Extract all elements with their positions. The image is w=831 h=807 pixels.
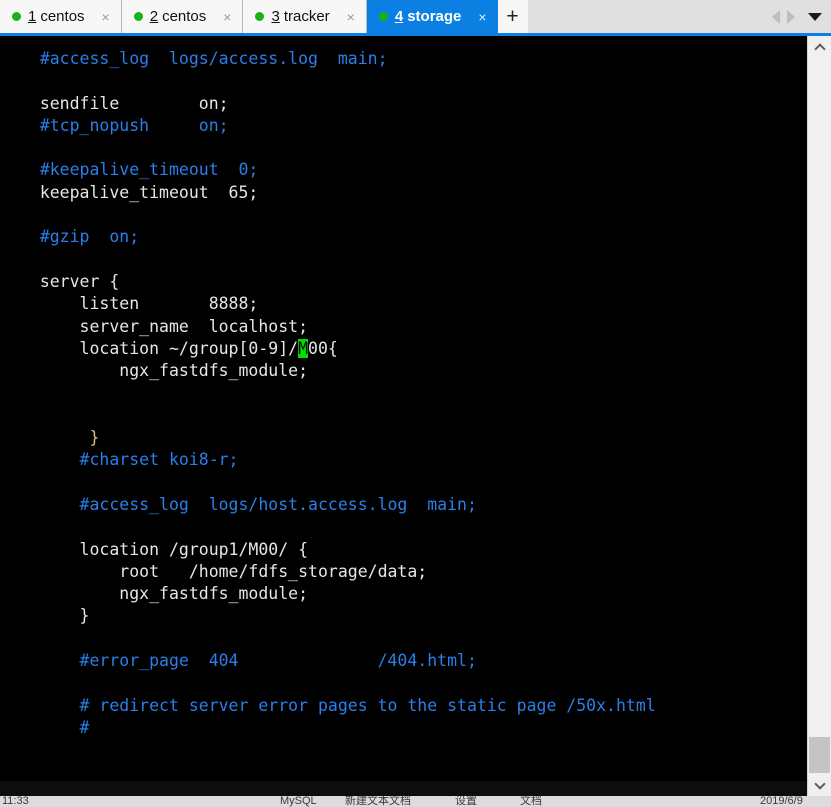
code-line: #tcp_nopush on;: [0, 115, 656, 137]
scroll-down-button[interactable]: [808, 774, 831, 796]
code-line: #access_log logs/access.log main;: [0, 48, 656, 70]
code-span: #access_log logs/host.access.log main;: [39, 494, 477, 514]
code-line: server {: [0, 271, 656, 293]
code-span: 00{: [308, 338, 338, 358]
tab-label: tracker: [283, 8, 330, 25]
code-span: sendfile on;: [39, 93, 229, 113]
status-dot-icon: [133, 12, 143, 21]
code-line: #error_page 404 /404.html;: [0, 650, 656, 672]
terminal-body[interactable]: #access_log logs/access.log main; sendfi…: [0, 36, 807, 781]
close-icon[interactable]: ×: [220, 10, 234, 24]
taskbar-item[interactable]: 设置: [455, 796, 477, 807]
close-icon[interactable]: ×: [475, 10, 489, 24]
code-span: #access_log logs/access.log main;: [39, 49, 388, 68]
code-span: #error_page 404 /404.html;: [39, 651, 477, 671]
os-taskbar: 11:33 MySQL 新建文本文档 设置 文档 2019/6/9: [0, 796, 831, 807]
tab-bar: 1 centos × 2 centos × 3 tracker × 4 storage × +: [0, 0, 831, 36]
close-icon[interactable]: ×: [99, 10, 113, 24]
tab-bar-spacer: [527, 0, 772, 33]
scroll-up-button[interactable]: [808, 36, 831, 58]
code-span: location ~/group[0-9]/: [39, 338, 299, 358]
tab-3-tracker[interactable]: 3 tracker ×: [243, 0, 367, 33]
chevron-up-icon: [813, 42, 826, 55]
tab-index: 4: [394, 8, 404, 25]
chevron-down-icon[interactable]: [808, 12, 822, 21]
triangle-left-icon[interactable]: [772, 9, 780, 24]
code-span: server_name localhost;: [39, 316, 309, 336]
code-span: location /group1/M00/ {: [39, 539, 309, 559]
code-span: #: [39, 717, 90, 737]
close-icon[interactable]: ×: [344, 10, 358, 24]
code-line: ngx_fastdfs_module;: [0, 360, 656, 382]
code-line: #charset koi8-r;: [0, 449, 656, 471]
taskbar-item[interactable]: MySQL: [280, 796, 317, 807]
code-line: location ~/group[0-9]/M00{: [0, 338, 656, 360]
code-line: #access_log logs/host.access.log main;: [0, 494, 656, 516]
code-span: # redirect server error pages to the sta…: [39, 695, 656, 715]
chevron-down-icon: [813, 777, 826, 790]
tab-2-centos[interactable]: 2 centos ×: [121, 0, 244, 33]
status-dot-icon: [12, 12, 21, 21]
code-line: }: [0, 605, 656, 627]
tab-index: 3: [271, 8, 280, 25]
code-line: # redirect server error pages to the sta…: [0, 695, 656, 717]
code-span: keepalive_timeout 65;: [39, 182, 259, 202]
taskbar-item[interactable]: 2019/6/9: [760, 796, 803, 807]
tab-label: centos: [40, 8, 85, 25]
status-dot-icon: [255, 12, 265, 21]
code-line: location /group1/M00/ {: [0, 539, 656, 561]
tab-label: centos: [162, 8, 207, 25]
code-span: #gzip on;: [39, 227, 140, 247]
code-span: server {: [39, 271, 120, 291]
tab-index: 1: [28, 8, 37, 25]
taskbar-item[interactable]: 文档: [520, 796, 542, 807]
code-span: root /home/fdfs_storage/data;: [39, 561, 428, 581]
code-span: ngx_fastdfs_module;: [39, 584, 309, 604]
text-cursor: M: [298, 338, 309, 358]
code-span: #keepalive_timeout 0;: [39, 160, 259, 180]
tab-index: 2: [149, 8, 159, 25]
tab-bar-controls: [772, 0, 831, 33]
code-span: listen 8888;: [39, 294, 259, 314]
tab-1-centos[interactable]: 1 centos ×: [0, 0, 122, 33]
code-line: #gzip on;: [0, 226, 656, 248]
code-line: #keepalive_timeout 0;: [0, 159, 656, 181]
status-dot-icon: [378, 12, 388, 21]
code-span: #charset koi8-r;: [39, 450, 239, 470]
code-line: listen 8888;: [0, 293, 656, 315]
tab-4-storage[interactable]: 4 storage ×: [366, 0, 498, 33]
code-span: }: [39, 606, 90, 626]
triangle-right-icon[interactable]: [787, 9, 795, 24]
code-line: sendfile on;: [0, 93, 656, 115]
code-line: ngx_fastdfs_module;: [0, 583, 656, 605]
code-editor-content: #access_log logs/access.log main; sendfi…: [0, 36, 656, 739]
taskbar-item[interactable]: 新建文本文档: [345, 796, 411, 807]
taskbar-item[interactable]: 11:33: [2, 796, 29, 807]
code-line: }: [0, 427, 656, 449]
code-span: }: [39, 428, 100, 448]
code-span: #tcp_nopush on;: [39, 115, 229, 135]
code-line: server_name localhost;: [0, 316, 656, 338]
vertical-scrollbar[interactable]: [807, 36, 831, 796]
code-span: ngx_fastdfs_module;: [39, 361, 309, 381]
code-line: root /home/fdfs_storage/data;: [0, 561, 656, 583]
code-line: #: [0, 717, 656, 739]
terminal-window: 1 centos × 2 centos × 3 tracker × 4 storage × + #ac…: [0, 0, 831, 807]
tab-label: storage: [407, 8, 462, 25]
code-line: keepalive_timeout 65;: [0, 182, 656, 204]
new-tab-button[interactable]: +: [497, 0, 528, 33]
scrollbar-thumb[interactable]: [809, 737, 830, 773]
